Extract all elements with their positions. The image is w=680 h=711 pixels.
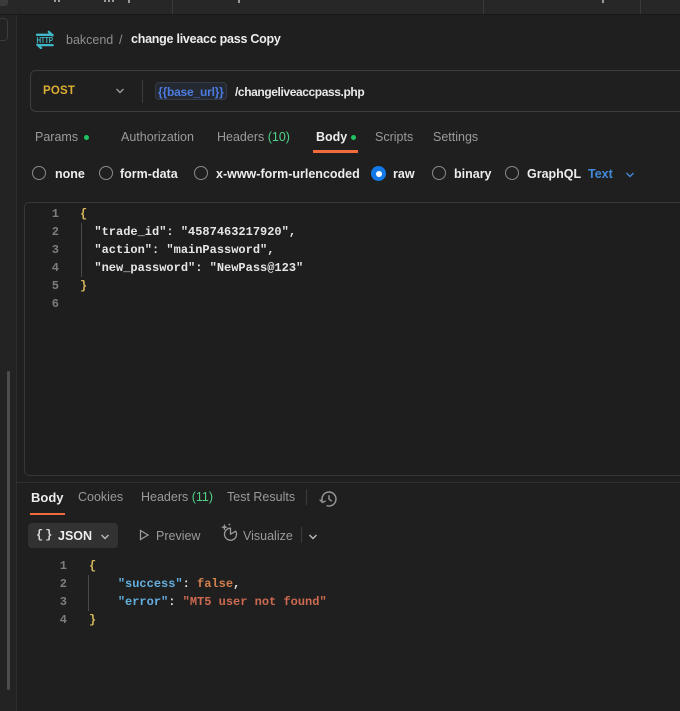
- svg-text:HTTP: HTTP: [36, 36, 53, 45]
